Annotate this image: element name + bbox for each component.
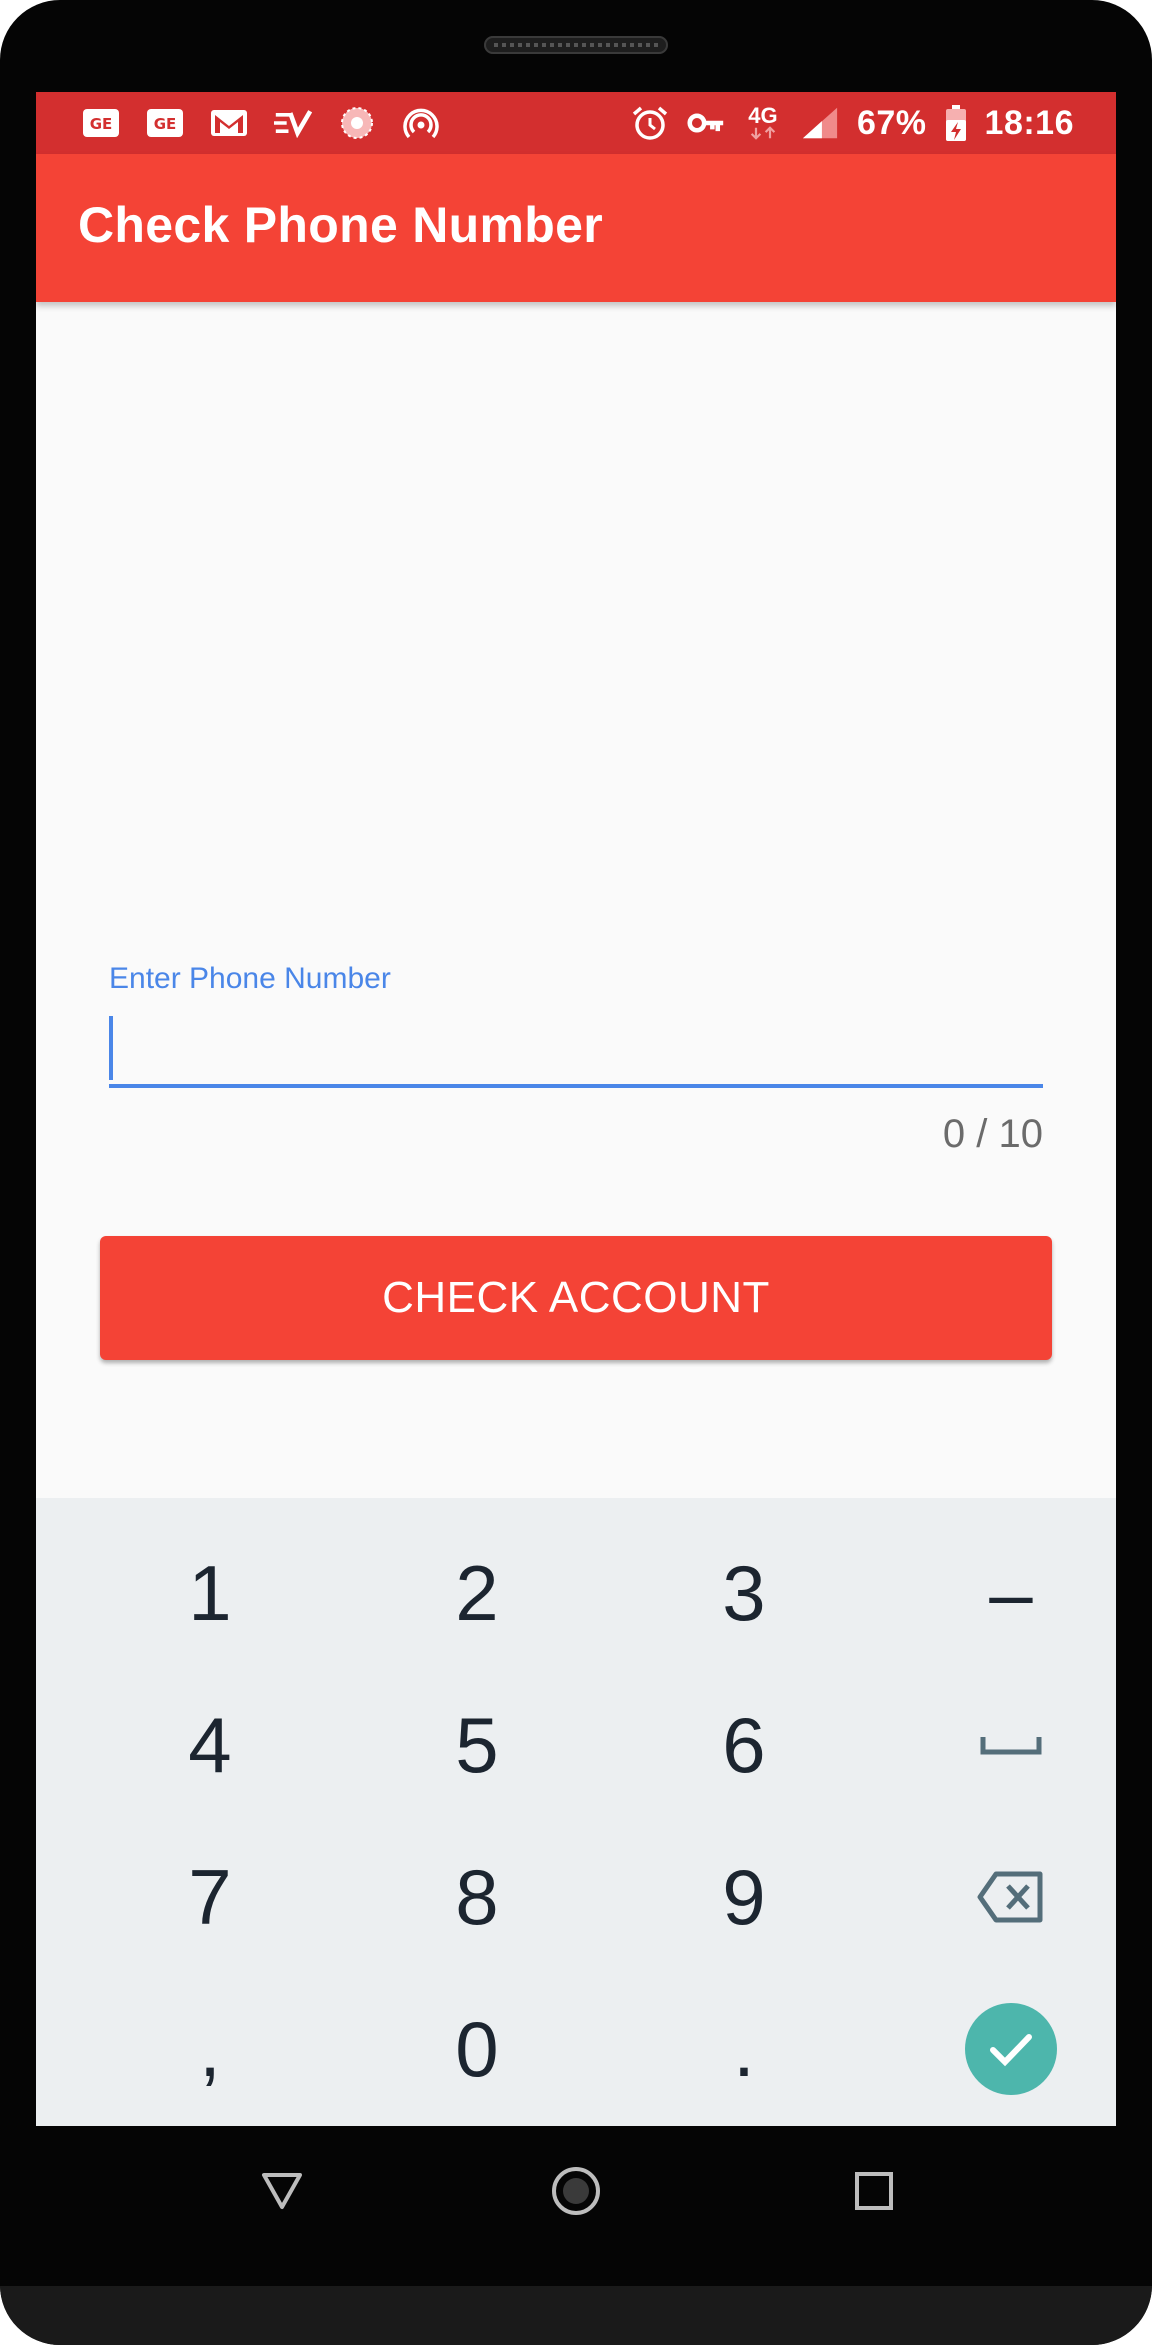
phone-number-input[interactable] bbox=[109, 1010, 1043, 1076]
check-account-button[interactable]: CHECK ACCOUNT bbox=[100, 1236, 1052, 1360]
battery-percent: 67% bbox=[856, 103, 927, 142]
vpn-key-icon bbox=[687, 106, 725, 140]
text-cursor bbox=[109, 1016, 113, 1080]
checkmark-icon bbox=[990, 2034, 1032, 2067]
key-space[interactable] bbox=[877, 1670, 1116, 1820]
back-icon bbox=[262, 2173, 302, 2209]
key-6[interactable]: 6 bbox=[610, 1670, 878, 1820]
key-1[interactable]: 1 bbox=[76, 1518, 344, 1668]
key-2[interactable]: 2 bbox=[343, 1518, 611, 1668]
notification-icons: GE GE bbox=[82, 102, 440, 144]
gmail-icon bbox=[210, 106, 248, 140]
hotspot-icon bbox=[402, 106, 440, 140]
backspace-icon bbox=[977, 1871, 1043, 1923]
phone-field-underline bbox=[109, 1084, 1043, 1088]
recents-icon bbox=[855, 2172, 893, 2210]
key-8[interactable]: 8 bbox=[343, 1822, 611, 1972]
status-bar: GE GE 4G 67% 18:16 bbox=[36, 92, 1116, 154]
key-minus[interactable]: – bbox=[877, 1518, 1116, 1668]
expressvpn-icon bbox=[274, 106, 312, 140]
home-icon bbox=[552, 2167, 600, 2215]
home-button[interactable] bbox=[536, 2156, 616, 2226]
ge-app-icon: GE bbox=[146, 106, 184, 140]
done-key-background bbox=[965, 2003, 1057, 2095]
clock: 18:16 bbox=[984, 103, 1074, 142]
key-backspace[interactable] bbox=[877, 1822, 1116, 1972]
key-3[interactable]: 3 bbox=[610, 1518, 878, 1668]
key-period[interactable]: . bbox=[610, 1974, 878, 2124]
page-title: Check Phone Number bbox=[78, 197, 603, 253]
back-button[interactable] bbox=[242, 2156, 322, 2226]
phone-chin bbox=[0, 2286, 1152, 2345]
key-done[interactable] bbox=[877, 1974, 1116, 2124]
battery-charging-icon bbox=[945, 105, 967, 141]
key-7[interactable]: 7 bbox=[76, 1822, 344, 1972]
network-4g-icon: 4G bbox=[743, 103, 783, 140]
character-counter: 0 / 10 bbox=[942, 1112, 1043, 1156]
screen: GE GE 4G 67% 18:16 Check Phone Number En… bbox=[36, 92, 1116, 2126]
navigation-bar bbox=[36, 2126, 1116, 2256]
svg-text:GE: GE bbox=[90, 115, 113, 133]
key-0[interactable]: 0 bbox=[343, 1974, 611, 2124]
numeric-keypad: 1 2 3 – 4 5 6 7 8 9 , 0 . bbox=[36, 1498, 1116, 2126]
system-status: 4G 67% 18:16 bbox=[631, 102, 1074, 144]
alarm-icon bbox=[631, 106, 669, 140]
key-4[interactable]: 4 bbox=[76, 1670, 344, 1820]
key-9[interactable]: 9 bbox=[610, 1822, 878, 1972]
pinwheel-app-icon bbox=[338, 106, 376, 140]
recents-button[interactable] bbox=[834, 2156, 914, 2226]
key-comma[interactable]: , bbox=[76, 1974, 344, 2124]
phone-field-label: Enter Phone Number bbox=[109, 962, 391, 995]
space-bar-icon bbox=[980, 1737, 1042, 1755]
phone-frame: GE GE 4G 67% 18:16 Check Phone Number En… bbox=[0, 0, 1152, 2345]
key-5[interactable]: 5 bbox=[343, 1670, 611, 1820]
app-bar: Check Phone Number bbox=[36, 154, 1116, 302]
phone-speaker bbox=[484, 36, 668, 54]
svg-text:GE: GE bbox=[154, 115, 177, 133]
network-label: 4G bbox=[748, 103, 778, 128]
signal-icon bbox=[801, 106, 839, 140]
ge-app-icon: GE bbox=[82, 106, 120, 140]
